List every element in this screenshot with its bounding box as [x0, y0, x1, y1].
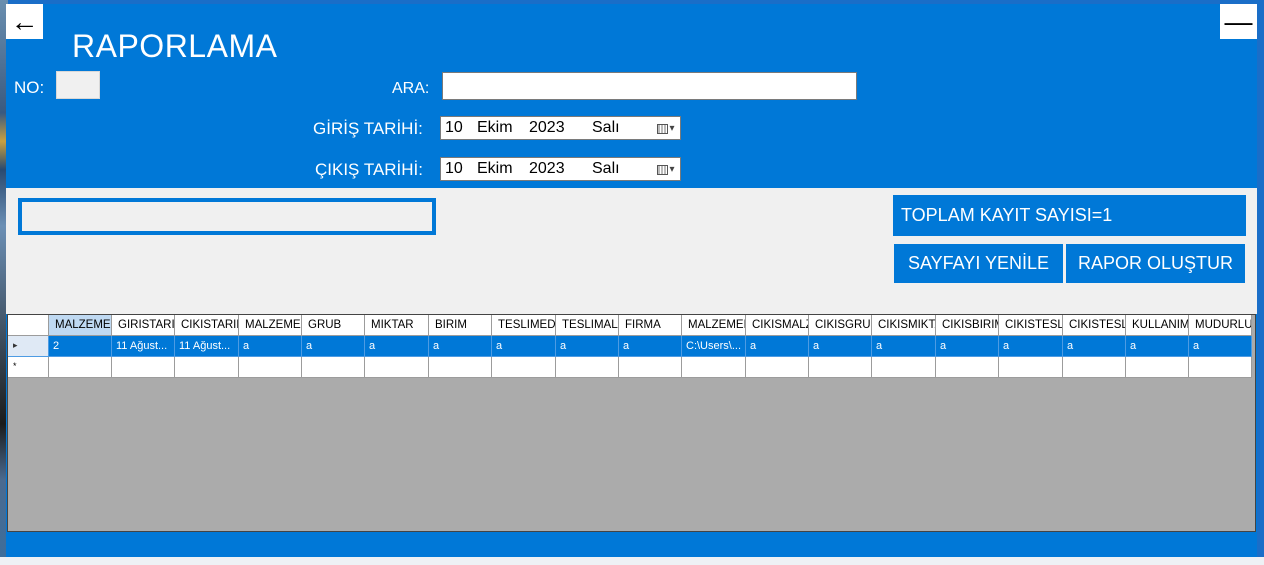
table-cell[interactable] [999, 357, 1063, 378]
data-grid[interactable]: MALZEMEI GIRISTARI CIKISTARIH MALZEMEA GRUB M… [7, 314, 1256, 532]
column-header[interactable]: CIKISTESL [1063, 315, 1126, 336]
entry-date-picker[interactable]: 10 Ekim 2023 Salı ▾ [440, 116, 681, 140]
table-cell[interactable]: a [936, 336, 999, 357]
column-header[interactable]: CIKISTARIH [175, 315, 239, 336]
table-cell[interactable]: a [1126, 336, 1189, 357]
action-panel: TOPLAM KAYIT SAYISI=1 SAYFAYI YENİLE RAP… [6, 188, 1257, 314]
table-cell[interactable]: 2 [49, 336, 112, 357]
exit-date-weekday: Salı [592, 160, 620, 177]
table-cell[interactable]: a [999, 336, 1063, 357]
column-header[interactable]: CIKISMALZ [746, 315, 809, 336]
column-header[interactable]: MALZEMEF [682, 315, 746, 336]
new-row[interactable]: * [8, 357, 1252, 378]
column-header[interactable]: GRUB [302, 315, 365, 336]
table-cell[interactable]: a [365, 336, 429, 357]
column-header[interactable]: KULLANIM [1126, 315, 1189, 336]
entry-date-month: Ekim [477, 119, 513, 136]
minimize-icon[interactable]: — [1220, 4, 1257, 39]
column-header[interactable]: MALZEMEA [239, 315, 302, 336]
column-header[interactable]: FIRMA [619, 315, 682, 336]
total-record-count: TOPLAM KAYIT SAYISI=1 [893, 195, 1246, 236]
table-cell[interactable] [175, 357, 239, 378]
table-cell[interactable] [619, 357, 682, 378]
table-cell[interactable]: a [239, 336, 302, 357]
table-cell[interactable]: a [429, 336, 492, 357]
table-cell[interactable]: a [492, 336, 556, 357]
entry-date-year: 2023 [529, 119, 565, 136]
report-window: ← — RAPORLAMA NO: ARA: GİRİŞ TARİHİ: 10 … [6, 4, 1257, 557]
table-cell[interactable] [556, 357, 619, 378]
exit-date-year: 2023 [529, 160, 565, 177]
search-label: ARA: [392, 80, 430, 97]
table-cell[interactable]: a [302, 336, 365, 357]
table-cell[interactable] [239, 357, 302, 378]
table-cell[interactable] [365, 357, 429, 378]
entry-date-day: 10 [445, 119, 463, 136]
table-cell[interactable]: a [746, 336, 809, 357]
row-header[interactable]: ▸ [8, 336, 49, 357]
entry-date-weekday: Salı [592, 119, 620, 136]
table-cell[interactable] [1063, 357, 1126, 378]
table-cell[interactable]: a [872, 336, 936, 357]
table-cell[interactable]: a [1189, 336, 1252, 357]
exit-date-month: Ekim [477, 160, 513, 177]
table-cell[interactable]: 11 Ağust... [112, 336, 175, 357]
column-header[interactable]: CIKISTESL [999, 315, 1063, 336]
desktop-taskbar-edge [0, 557, 1264, 565]
table-cell[interactable] [49, 357, 112, 378]
exit-date-picker[interactable]: 10 Ekim 2023 Salı ▾ [440, 157, 681, 181]
table-cell[interactable] [492, 357, 556, 378]
table-cell[interactable]: C:\Users\... [682, 336, 746, 357]
table-row[interactable]: ▸ 2 11 Ağust... 11 Ağust... a a a a a a a C:\Users\… [8, 336, 1252, 357]
column-header[interactable]: TESLIMED [492, 315, 556, 336]
exit-date-label: ÇIKIŞ TARİHİ: [315, 160, 424, 179]
calendar-dropdown-icon[interactable]: ▾ [654, 161, 678, 178]
table-cell[interactable] [872, 357, 936, 378]
search-input[interactable] [442, 72, 857, 100]
table-cell[interactable]: a [619, 336, 682, 357]
column-header[interactable]: BIRIM [429, 315, 492, 336]
column-header[interactable]: MIKTAR [365, 315, 429, 336]
column-header[interactable]: GIRISTARI [112, 315, 175, 336]
table-cell[interactable] [112, 357, 175, 378]
column-header[interactable]: CIKISGRUE [809, 315, 872, 336]
table-cell[interactable]: a [556, 336, 619, 357]
row-header[interactable] [8, 315, 49, 336]
grid-header-row: MALZEMEI GIRISTARI CIKISTARIH MALZEMEA GRUB M… [8, 315, 1252, 336]
table-cell[interactable] [1189, 357, 1252, 378]
column-header[interactable]: MUDURLU [1189, 315, 1252, 336]
table-cell[interactable] [1126, 357, 1189, 378]
table-cell[interactable] [936, 357, 999, 378]
table-cell[interactable]: a [809, 336, 872, 357]
table-cell[interactable] [682, 357, 746, 378]
row-header[interactable]: * [8, 357, 49, 378]
back-arrow-icon[interactable]: ← [6, 4, 43, 39]
entry-date-label: GİRİŞ TARİHİ: [313, 119, 423, 138]
window-footer [6, 532, 1257, 557]
column-header[interactable]: CIKISBIRIM [936, 315, 999, 336]
column-header[interactable]: MALZEMEI [49, 315, 112, 336]
table-cell[interactable] [429, 357, 492, 378]
table-cell[interactable] [746, 357, 809, 378]
no-field[interactable] [56, 71, 100, 99]
table-cell[interactable]: 11 Ağust... [175, 336, 239, 357]
column-header[interactable]: CIKISMIKTA [872, 315, 936, 336]
table-cell[interactable] [302, 357, 365, 378]
page-title: RAPORLAMA [72, 28, 278, 64]
exit-date-day: 10 [445, 160, 463, 177]
no-label: NO: [14, 78, 45, 97]
filter-input[interactable] [18, 198, 436, 235]
create-report-button[interactable]: RAPOR OLUŞTUR [1066, 244, 1245, 283]
table-cell[interactable]: a [1063, 336, 1126, 357]
calendar-dropdown-icon[interactable]: ▾ [654, 120, 678, 137]
table-cell[interactable] [809, 357, 872, 378]
column-header[interactable]: TESLIMALA [556, 315, 619, 336]
refresh-page-button[interactable]: SAYFAYI YENİLE [894, 244, 1063, 283]
